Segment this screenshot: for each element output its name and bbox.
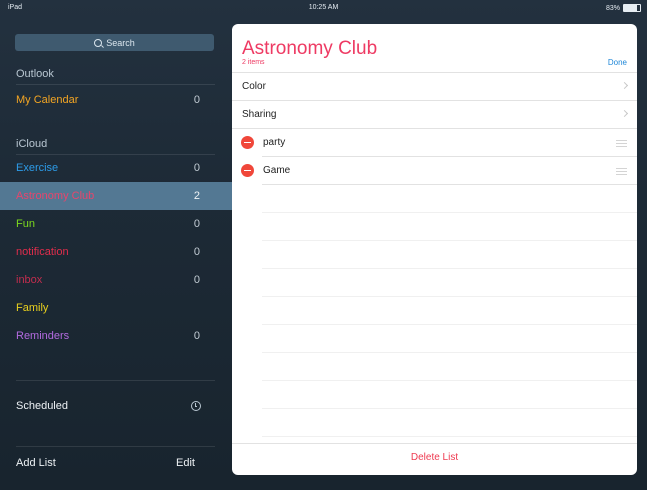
battery-percent: 83%: [605, 4, 620, 12]
list-count: 0: [193, 274, 200, 286]
list-row[interactable]: notification 0: [0, 238, 232, 266]
reorder-grip-icon[interactable]: [616, 140, 627, 147]
color-label: Color: [242, 81, 266, 92]
list-detail-panel: Astronomy Club 2 items Done Color Sharin…: [232, 24, 637, 475]
sharing-label: Sharing: [242, 109, 277, 120]
empty-row-line: [262, 436, 637, 437]
list-label: Family: [16, 302, 49, 314]
status-bar: iPad 10:25 AM 83%: [0, 0, 647, 16]
scheduled-item[interactable]: Scheduled: [16, 400, 68, 412]
list-row[interactable]: Family: [0, 294, 232, 322]
list-count: 2: [193, 190, 200, 202]
list-row[interactable]: Exercise 0: [0, 154, 232, 182]
empty-row-line: [262, 240, 637, 241]
reminder-item-label: Game: [263, 165, 291, 176]
divider: [262, 184, 637, 185]
divider: [232, 443, 637, 444]
search-field[interactable]: Search: [15, 34, 214, 51]
battery-fill: [624, 5, 638, 11]
edit-button[interactable]: Edit: [176, 457, 195, 469]
sidebar: Search Outlook My Calendar 0 iCloud Exer…: [0, 16, 232, 490]
list-count: 0: [193, 330, 200, 342]
color-setting-row[interactable]: Color: [232, 73, 637, 100]
battery-icon: [623, 4, 641, 12]
list-count: 0: [193, 162, 200, 174]
list-label: Exercise: [16, 162, 59, 174]
group-header-icloud: iCloud: [16, 138, 48, 150]
delete-list-button[interactable]: Delete List: [232, 452, 637, 463]
empty-row-line: [262, 296, 637, 297]
list-label: Fun: [16, 218, 35, 230]
search-label: Search: [106, 37, 135, 48]
status-time: 10:25 AM: [308, 4, 339, 11]
list-title: Astronomy Club: [242, 38, 378, 59]
chevron-right-icon: [620, 109, 629, 118]
list-label: Reminders: [16, 330, 70, 342]
search-icon: [94, 38, 103, 47]
add-list-button[interactable]: Add List: [16, 457, 56, 469]
list-row[interactable]: Reminders 0: [0, 322, 232, 350]
list-count: 0: [193, 246, 200, 258]
empty-row-line: [262, 212, 637, 213]
list-row[interactable]: My Calendar 0: [0, 86, 232, 114]
list-row-selected[interactable]: Astronomy Club 2: [0, 182, 232, 210]
delete-minus-icon[interactable]: [241, 164, 254, 177]
divider: [16, 84, 215, 85]
sharing-setting-row[interactable]: Sharing: [232, 101, 637, 128]
list-label: Astronomy Club: [16, 190, 95, 202]
items-count: 2 items: [242, 59, 265, 66]
list-row[interactable]: inbox 0: [0, 266, 232, 294]
chevron-right-icon: [620, 81, 629, 90]
reorder-grip-icon[interactable]: [616, 168, 627, 175]
battery-indicator: 83%: [606, 4, 641, 12]
empty-row-line: [262, 380, 637, 381]
empty-row-line: [262, 352, 637, 353]
reminder-item-row[interactable]: Game: [232, 157, 637, 184]
alarm-clock-icon: [191, 401, 201, 411]
empty-row-line: [262, 324, 637, 325]
empty-row-line: [262, 268, 637, 269]
divider: [16, 446, 215, 447]
reminder-item-label: party: [263, 137, 286, 148]
list-count: 0: [193, 94, 200, 106]
done-button[interactable]: Done: [608, 58, 627, 67]
list-count: 0: [193, 218, 200, 230]
list-label: notification: [16, 246, 69, 258]
list-label: My Calendar: [16, 94, 79, 106]
list-row[interactable]: Fun 0: [0, 210, 232, 238]
reminder-item-row[interactable]: party: [232, 129, 637, 156]
list-label: inbox: [16, 274, 43, 286]
divider: [16, 380, 215, 381]
group-header-outlook: Outlook: [16, 68, 54, 80]
delete-minus-icon[interactable]: [241, 136, 254, 149]
empty-row-line: [262, 408, 637, 409]
